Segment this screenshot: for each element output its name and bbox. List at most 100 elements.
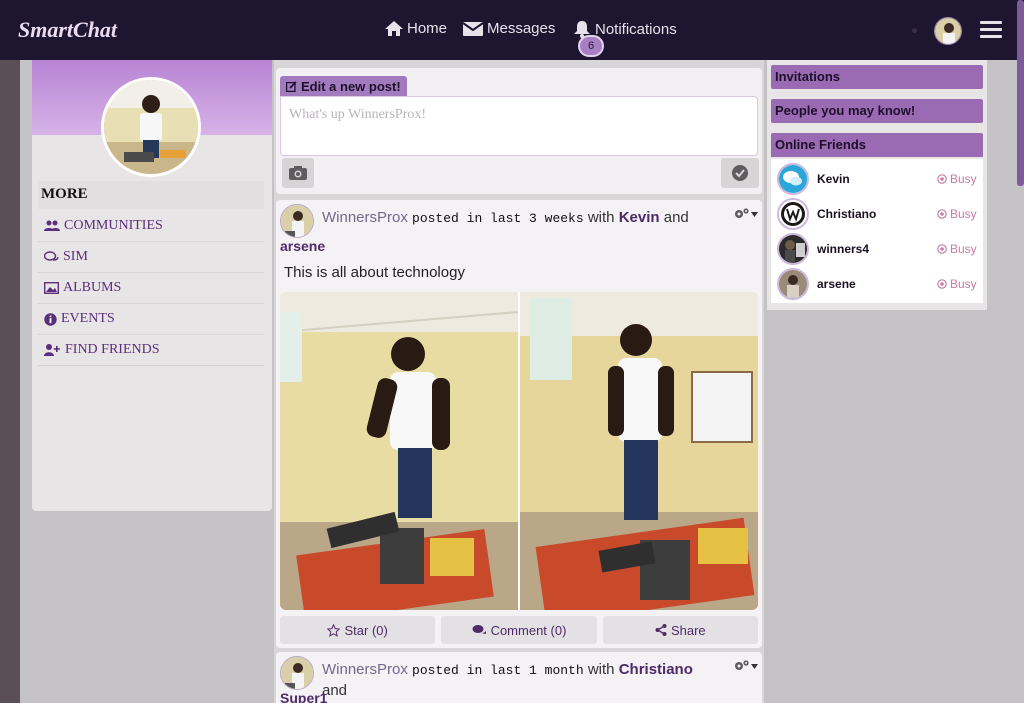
sidebar-menu: COMMUNITIES SIM ALBUMS EVENTS FIND FRIEN…: [38, 211, 264, 366]
post-photo[interactable]: [520, 292, 758, 610]
share-label: Share: [670, 622, 706, 638]
sidebar-item-label: SIM: [63, 249, 88, 264]
online-friends-header: Online Friends: [771, 133, 983, 157]
post-header: WinnersProx posted in last 3 weeks with …: [322, 208, 722, 229]
submit-post-button[interactable]: [721, 158, 759, 188]
add-photo-button[interactable]: [282, 158, 314, 188]
friend-row[interactable]: arsene Busy: [771, 266, 983, 301]
friend-avatar: [777, 162, 809, 195]
friend-avatar: [777, 267, 809, 300]
news-feed: Edit a new post! What's up WinnersProx! …: [274, 60, 764, 703]
nav-notifications-label: Notifications: [595, 20, 677, 38]
gears-icon: [735, 660, 749, 670]
sidebar-item-label: ALBUMS: [63, 280, 122, 295]
comments-icon: [472, 625, 486, 634]
nav-messages-label: Messages: [487, 20, 556, 37]
page-scrollbar[interactable]: [1017, 0, 1024, 186]
right-sidebar: Invitations People you may know! Online …: [767, 60, 987, 310]
post-author-name[interactable]: WinnersProx: [322, 209, 408, 226]
tagged-friend[interactable]: Christiano: [619, 661, 693, 678]
post-card: WinnersProx posted in last 3 weeks with …: [276, 200, 762, 648]
tagged-friend[interactable]: Kevin: [619, 209, 660, 226]
caret-down-icon: [751, 663, 758, 669]
friend-name: winners4: [817, 241, 870, 256]
friend-avatar: [777, 197, 809, 230]
post-photo[interactable]: [280, 292, 518, 610]
online-friends-list: Kevin Busy Christiano Busy winners4 Busy…: [771, 159, 983, 303]
post-with-label: with: [587, 661, 615, 678]
friend-name: arsene: [817, 276, 856, 291]
sidebar-item-label: COMMUNITIES: [64, 218, 163, 233]
post-time: posted in last 1 month: [412, 663, 584, 678]
sidebar-item-sim[interactable]: SIM: [38, 242, 264, 273]
post-and-label: and: [663, 209, 689, 226]
friend-row[interactable]: Kevin Busy: [771, 161, 983, 196]
left-sidebar: MORE COMMUNITIES SIM ALBUMS EVENTS FIND …: [32, 60, 272, 511]
comment-label: Comment (0): [490, 622, 567, 638]
notifications-badge: 6: [578, 35, 604, 57]
post-time: posted in last 3 weeks: [412, 211, 584, 226]
post-options-button[interactable]: [734, 660, 758, 672]
sidebar-item-communities[interactable]: COMMUNITIES: [38, 211, 264, 242]
left-background-strip: [0, 60, 20, 703]
composer-tab-label: Edit a new post!: [301, 78, 401, 94]
gears-icon: [735, 208, 749, 218]
invitations-header[interactable]: Invitations: [771, 65, 983, 89]
friend-status: Busy: [937, 172, 977, 186]
share-icon: [655, 624, 667, 636]
post-author-name[interactable]: WinnersProx: [322, 661, 408, 678]
friend-row[interactable]: winners4 Busy: [771, 231, 983, 266]
sidebar-item-find-friends[interactable]: FIND FRIENDS: [38, 335, 264, 366]
status-dot: [912, 28, 917, 33]
busy-circle-icon: [937, 243, 947, 254]
friend-status: Busy: [937, 242, 977, 256]
tagged-friend[interactable]: Super1: [280, 690, 327, 703]
post-with-label: with: [587, 209, 615, 226]
friend-row[interactable]: Christiano Busy: [771, 196, 983, 231]
busy-circle-icon: [937, 208, 947, 219]
star-icon: [327, 623, 341, 637]
post-photos: [280, 292, 758, 610]
post-author-avatar[interactable]: [280, 204, 314, 238]
tagged-friend[interactable]: arsene: [280, 238, 325, 254]
sidebar-item-label: FIND FRIENDS: [65, 342, 160, 357]
friend-status: Busy: [937, 207, 977, 221]
nav-home[interactable]: Home: [384, 20, 447, 37]
busy-circle-icon: [937, 173, 947, 184]
people-you-may-know-header[interactable]: People you may know!: [771, 99, 983, 123]
hamburger-menu-icon[interactable]: [980, 21, 1002, 39]
friend-status: Busy: [937, 277, 977, 291]
nav-messages[interactable]: Messages: [462, 20, 555, 37]
post-composer: Edit a new post! What's up WinnersProx!: [276, 68, 762, 194]
post-options-button[interactable]: [734, 208, 758, 220]
sidebar-item-albums[interactable]: ALBUMS: [38, 273, 264, 304]
brand-logo[interactable]: SmartChat: [18, 17, 117, 43]
post-author-avatar[interactable]: [280, 656, 314, 690]
post-header: WinnersProx posted in last 1 month with …: [322, 660, 722, 701]
edit-icon: [286, 80, 297, 92]
share-button[interactable]: Share: [602, 616, 758, 644]
caret-down-icon: [751, 211, 758, 217]
profile-picture[interactable]: [101, 77, 201, 177]
more-heading: MORE: [38, 181, 264, 209]
comment-button[interactable]: Comment (0): [441, 616, 597, 644]
busy-circle-icon: [937, 278, 947, 289]
post-text: This is all about technology: [284, 264, 465, 281]
camera-icon: [289, 166, 307, 180]
composer-tab[interactable]: Edit a new post!: [280, 76, 407, 96]
friend-avatar: [777, 232, 809, 265]
comments-icon: [44, 251, 59, 261]
envelope-icon: [462, 21, 484, 36]
sidebar-item-events[interactable]: EVENTS: [38, 304, 264, 335]
info-icon: [44, 312, 57, 326]
home-icon: [385, 21, 403, 36]
user-plus-icon: [44, 344, 60, 356]
star-button[interactable]: Star (0): [280, 616, 436, 644]
friend-name: Kevin: [817, 171, 850, 186]
post-input[interactable]: What's up WinnersProx!: [280, 96, 758, 156]
picture-icon: [44, 282, 59, 294]
users-icon: [44, 220, 60, 231]
nav-home-label: Home: [407, 20, 448, 37]
user-avatar[interactable]: [934, 17, 962, 45]
sidebar-item-label: EVENTS: [61, 311, 115, 326]
